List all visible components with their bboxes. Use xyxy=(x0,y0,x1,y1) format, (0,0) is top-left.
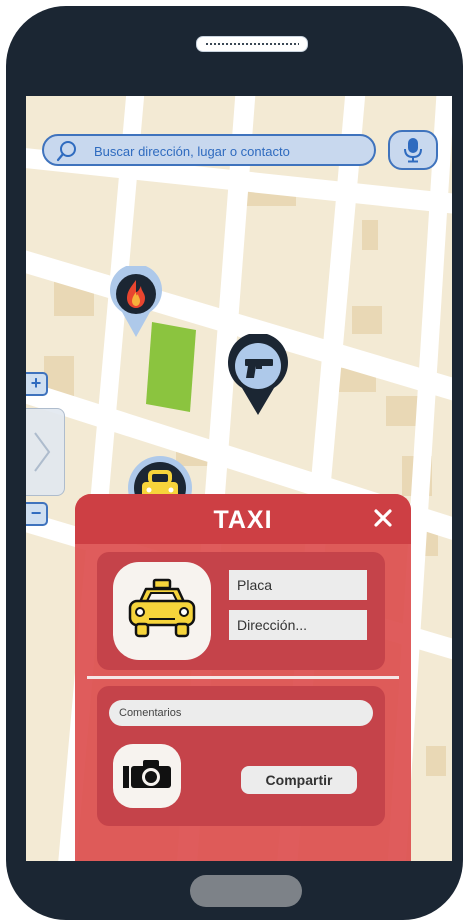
fire-marker[interactable] xyxy=(108,266,164,338)
speaker-grille xyxy=(196,36,308,52)
zoom-in-button[interactable]: + xyxy=(26,372,48,396)
panel-title: TAXI xyxy=(213,506,273,534)
search-icon xyxy=(56,141,76,162)
home-button[interactable] xyxy=(190,875,302,907)
section-divider xyxy=(87,676,399,679)
voice-search-button[interactable] xyxy=(388,130,438,170)
chevron-right-icon xyxy=(34,432,51,472)
screen: Buscar dirección, lugar o contacto + − T… xyxy=(26,96,452,861)
robbery-marker[interactable] xyxy=(226,334,290,416)
microphone-icon xyxy=(404,138,422,163)
phone-frame: Buscar dirección, lugar o contacto + − T… xyxy=(6,6,463,920)
search-bar[interactable]: Buscar dirección, lugar o contacto xyxy=(42,134,376,166)
comments-field[interactable]: Comentarios xyxy=(109,700,373,726)
taxi-report-panel: TAXI Placa Dirección... Comentarios Comp… xyxy=(75,494,411,861)
zoom-out-button[interactable]: − xyxy=(26,502,48,526)
taxi-car-icon xyxy=(128,578,196,638)
camera-button[interactable] xyxy=(113,744,181,808)
close-icon[interactable] xyxy=(371,506,395,530)
comments-section: Comentarios Compartir xyxy=(97,686,385,826)
side-drawer-handle[interactable] xyxy=(26,408,65,496)
search-input[interactable]: Buscar dirección, lugar o contacto xyxy=(94,144,290,159)
share-button[interactable]: Compartir xyxy=(241,766,357,794)
vehicle-info-section: Placa Dirección... xyxy=(97,552,385,670)
plate-field[interactable]: Placa xyxy=(229,570,367,600)
taxi-tile xyxy=(113,562,211,660)
camera-icon xyxy=(123,760,171,788)
address-field[interactable]: Dirección... xyxy=(229,610,367,640)
panel-header: TAXI xyxy=(75,494,411,544)
